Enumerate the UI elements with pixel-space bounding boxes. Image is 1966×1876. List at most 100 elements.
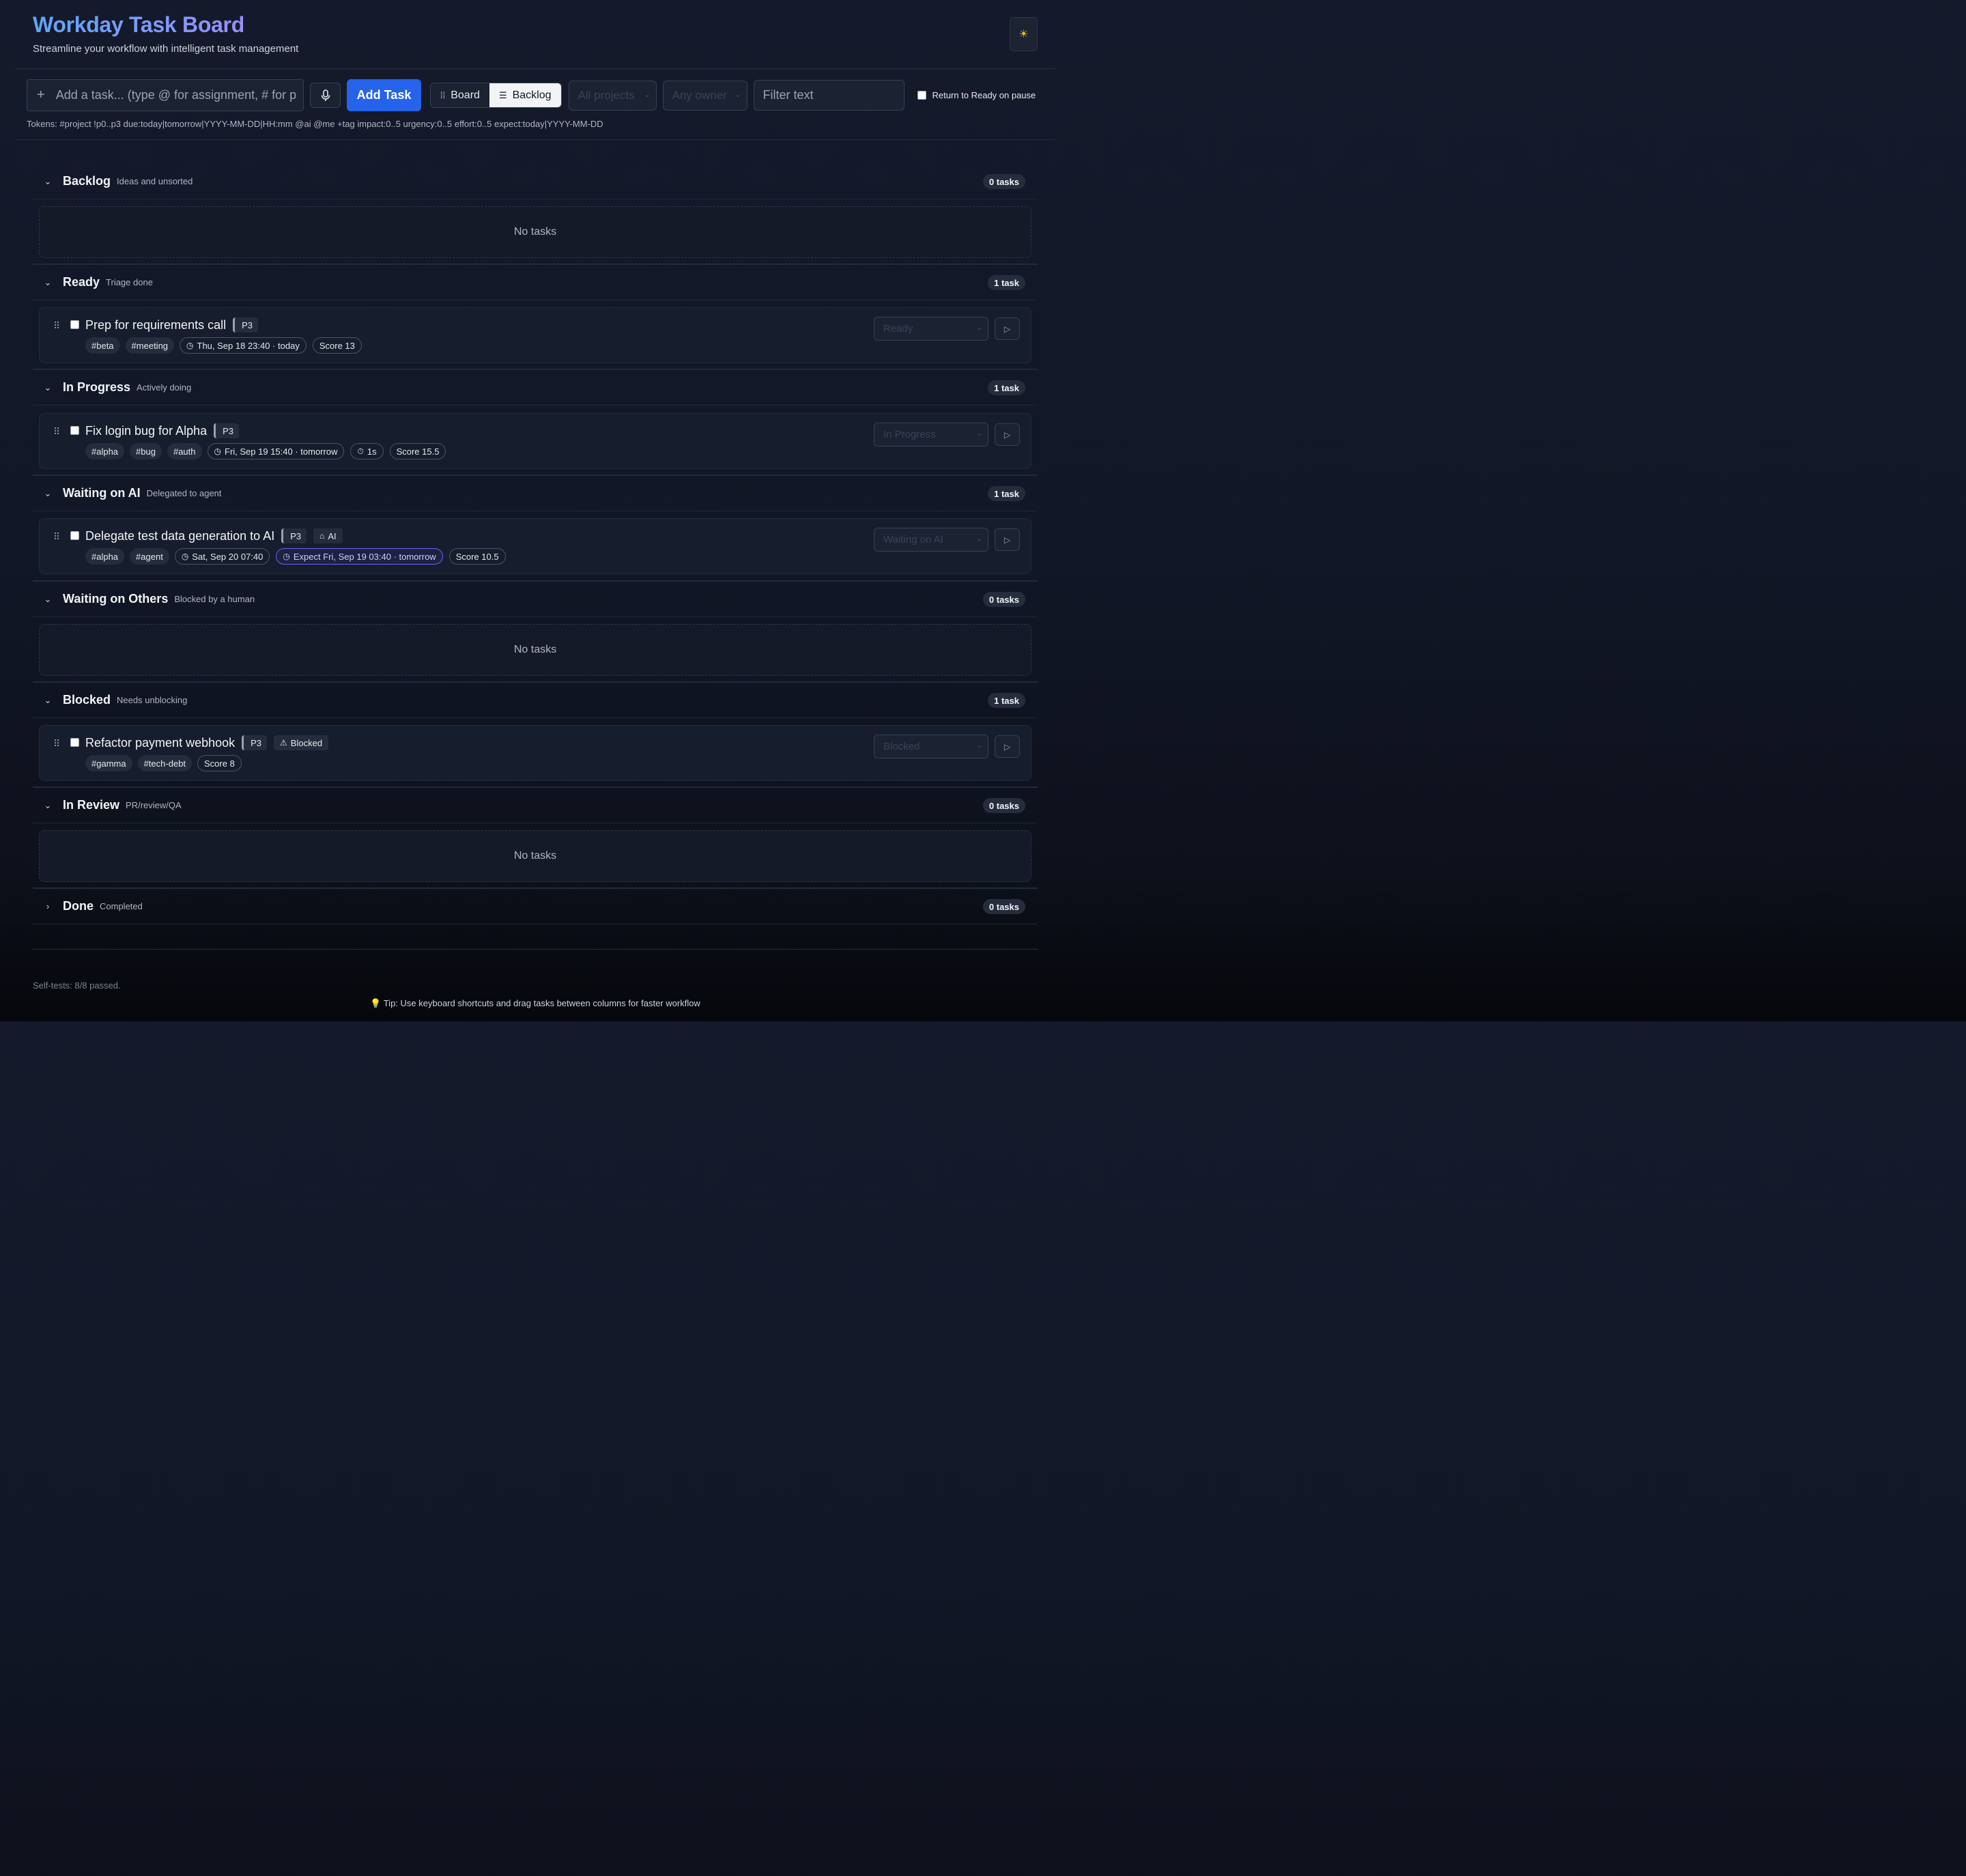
- due-date-text: Thu, Sep 18 23:40 · today: [197, 340, 300, 351]
- due-date-pill: ◷ Thu, Sep 18 23:40 · today: [180, 337, 307, 354]
- tag-chip[interactable]: #auth: [167, 443, 202, 459]
- task-checkbox[interactable]: [70, 320, 79, 329]
- tag-chip[interactable]: #tech-debt: [137, 755, 193, 771]
- empty-state: No tasks: [39, 624, 1031, 676]
- owner-filter-value: Any owner: [672, 88, 727, 102]
- expect-date-text: Expect Fri, Sep 19 03:40 · tomorrow: [293, 551, 436, 562]
- section-name: Backlog: [63, 174, 111, 188]
- task-card[interactable]: ⠿ Fix login bug for Alpha P3 #alpha #bug…: [39, 413, 1031, 469]
- section-name: Ready: [63, 275, 100, 289]
- empty-state: No tasks: [39, 830, 1031, 882]
- section-desc: Triage done: [106, 277, 153, 287]
- drag-handle-icon[interactable]: ⠿: [53, 426, 60, 438]
- page-subtitle: Streamline your workflow with intelligen…: [33, 43, 299, 55]
- tag-chip[interactable]: #bug: [130, 443, 162, 459]
- task-card[interactable]: ⠿ Refactor payment webhook P3 ⚠ Blocked …: [39, 725, 1031, 781]
- return-to-ready-checkbox[interactable]: [917, 91, 926, 100]
- return-to-ready-label: Return to Ready on pause: [932, 90, 1036, 100]
- task-checkbox[interactable]: [70, 531, 79, 540]
- due-date-pill: ◷ Sat, Sep 20 07:40: [174, 548, 270, 565]
- section-desc: Actively doing: [137, 382, 192, 393]
- chevron-down-icon: ⌄: [44, 382, 52, 393]
- tag-chip[interactable]: #alpha: [85, 548, 125, 565]
- task-checkbox[interactable]: [70, 426, 79, 435]
- section-header-waiting-on-ai[interactable]: ⌄ Waiting on AI Delegated to agent 1 tas…: [33, 476, 1038, 511]
- task-title[interactable]: Refactor payment webhook: [85, 736, 235, 750]
- empty-state: No tasks: [39, 206, 1031, 258]
- section-header-waiting-on-others[interactable]: ⌄ Waiting on Others Blocked by a human 0…: [33, 582, 1038, 617]
- due-date-text: Sat, Sep 20 07:40: [192, 551, 263, 562]
- status-select[interactable]: Blocked ⌄: [874, 735, 988, 758]
- return-to-ready-option: Return to Ready on pause: [917, 90, 1036, 100]
- section-count-badge: 0 tasks: [982, 798, 1025, 813]
- task-card[interactable]: ⠿ Prep for requirements call P3 #beta #m…: [39, 307, 1031, 363]
- start-timer-button[interactable]: ▷: [995, 528, 1020, 551]
- task-checkbox[interactable]: [70, 738, 79, 747]
- theme-toggle-button[interactable]: ☀: [1010, 17, 1038, 51]
- due-date-pill: ◷ Fri, Sep 19 15:40 · tomorrow: [207, 443, 345, 459]
- priority-badge: P3: [242, 735, 268, 750]
- expect-date-pill: ◷ Expect Fri, Sep 19 03:40 · tomorrow: [276, 548, 443, 565]
- section-header-in-review[interactable]: ⌄ In Review PR/review/QA 0 tasks: [33, 788, 1038, 823]
- section-desc: Completed: [100, 901, 143, 911]
- section-count-badge: 0 tasks: [982, 174, 1025, 189]
- section-header-blocked[interactable]: ⌄ Blocked Needs unblocking 1 task: [33, 683, 1038, 718]
- filter-text-input[interactable]: Filter text: [753, 80, 904, 111]
- add-task-button[interactable]: Add Task: [347, 79, 421, 111]
- section-desc: Ideas and unsorted: [117, 176, 193, 186]
- view-toggle: ⁞⁞ Board ☰ Backlog: [430, 83, 562, 108]
- status-select[interactable]: Waiting on AI ⌄: [874, 528, 988, 552]
- tag-chip[interactable]: #meeting: [125, 337, 175, 354]
- chevron-down-icon: ⌄: [44, 276, 52, 287]
- section-desc: PR/review/QA: [126, 800, 182, 810]
- start-timer-button[interactable]: ▷: [995, 423, 1020, 446]
- drag-handle-icon[interactable]: ⠿: [53, 531, 60, 543]
- status-value: In Progress: [883, 429, 936, 440]
- timer-text: 1s: [367, 446, 377, 457]
- project-filter-select[interactable]: All projects ⌄: [568, 80, 657, 111]
- drag-handle-icon[interactable]: ⠿: [53, 738, 60, 750]
- tag-chip[interactable]: #beta: [85, 337, 120, 354]
- task-title[interactable]: Prep for requirements call: [85, 318, 226, 332]
- section-desc: Delegated to agent: [146, 488, 222, 498]
- task-title[interactable]: Delegate test data generation to AI: [85, 529, 274, 543]
- play-icon: ▷: [1003, 429, 1011, 440]
- score-pill: Score 13: [312, 337, 362, 354]
- status-value: Blocked: [883, 741, 920, 752]
- tag-chip[interactable]: #alpha: [85, 443, 125, 459]
- tag-chip[interactable]: #agent: [130, 548, 169, 565]
- add-task-input[interactable]: + Add a task... (type @ for assignment, …: [27, 79, 304, 111]
- section-name: Waiting on AI: [63, 486, 141, 500]
- blocked-badge-label: Blocked: [290, 737, 323, 748]
- score-pill: Score 10.5: [448, 548, 506, 565]
- section-header-ready[interactable]: ⌄ Ready Triage done 1 task: [33, 265, 1038, 300]
- start-timer-button[interactable]: ▷: [995, 735, 1020, 758]
- page-title: Workday Task Board: [33, 12, 298, 38]
- chevron-down-icon: ⌄: [44, 593, 52, 604]
- tag-chip[interactable]: #gamma: [85, 755, 132, 771]
- section-header-backlog[interactable]: ⌄ Backlog Ideas and unsorted 0 tasks: [33, 164, 1038, 199]
- backlog-view-button[interactable]: ☰ Backlog: [489, 83, 561, 107]
- section-name: In Review: [63, 798, 120, 812]
- task-card[interactable]: ⠿ Delegate test data generation to AI P3…: [39, 518, 1031, 574]
- task-title[interactable]: Fix login bug for Alpha: [85, 424, 207, 438]
- board-view-button[interactable]: ⁞⁞ Board: [431, 83, 489, 107]
- section-header-done[interactable]: › Done Completed 0 tasks: [33, 889, 1038, 924]
- priority-badge: P3: [214, 423, 240, 438]
- drag-handle-icon[interactable]: ⠿: [53, 320, 60, 332]
- timer-pill: ⏱ 1s: [350, 443, 384, 459]
- section-header-in-progress[interactable]: ⌄ In Progress Actively doing 1 task: [33, 370, 1038, 406]
- start-timer-button[interactable]: ▷: [995, 317, 1020, 340]
- voice-input-button[interactable]: [310, 83, 341, 108]
- status-select[interactable]: Ready ⌄: [874, 317, 988, 341]
- toolbar-divider: [15, 139, 1055, 140]
- page-header: Workday Task Board Streamline your workf…: [33, 12, 298, 55]
- section-count-badge: 1 task: [988, 693, 1025, 708]
- clock-icon: ◷: [181, 552, 189, 561]
- status-select[interactable]: In Progress ⌄: [874, 423, 988, 446]
- chevron-down-icon: ⌄: [44, 694, 52, 705]
- chevron-down-icon: ⌄: [735, 90, 741, 99]
- owner-filter-select[interactable]: Any owner ⌄: [662, 80, 747, 111]
- ai-badge: ⌂ AI: [313, 528, 343, 543]
- section-count-badge: 0 tasks: [982, 592, 1025, 607]
